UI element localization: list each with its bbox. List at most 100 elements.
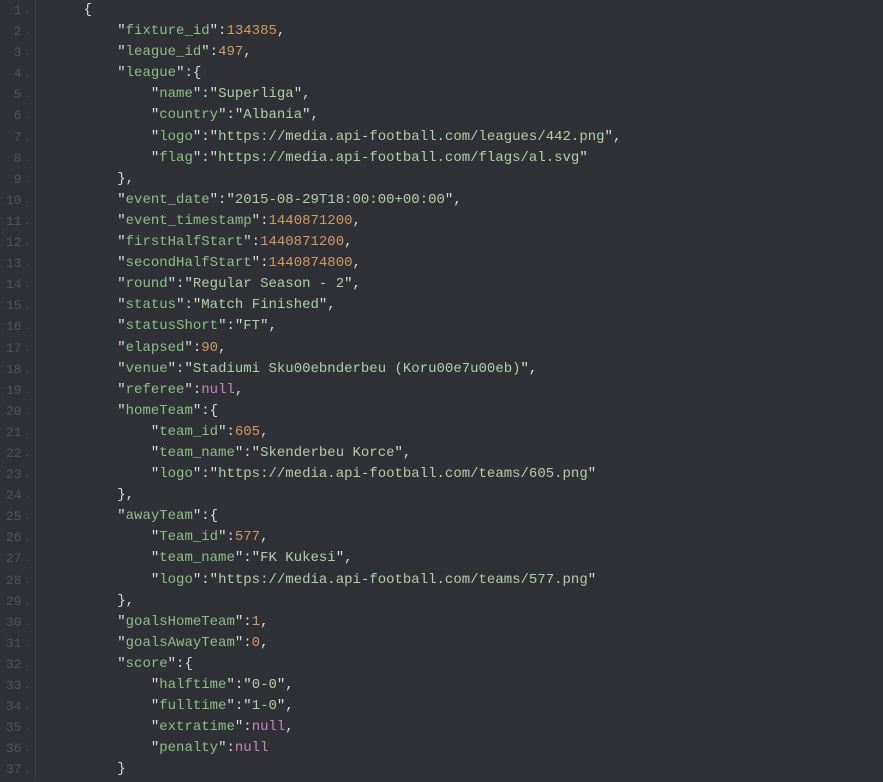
code-token: " xyxy=(151,424,159,440)
line-number: 13. xyxy=(6,253,27,274)
code-token: goalsAwayTeam xyxy=(126,635,235,651)
code-line: "flag":"https://media.api-football.com/f… xyxy=(50,148,883,169)
code-token: name xyxy=(159,86,193,102)
code-line: }, xyxy=(50,591,883,612)
code-token: 1440874800 xyxy=(268,255,352,271)
code-token: Team_id xyxy=(159,529,218,545)
code-token: ":" xyxy=(193,129,218,145)
line-number: 22. xyxy=(6,443,27,464)
code-token: firstHalfStart xyxy=(126,234,244,250)
code-token: " xyxy=(151,719,159,735)
code-token: 0-0 xyxy=(252,677,277,693)
code-line: "round":"Regular Season - 2", xyxy=(50,274,883,295)
code-line: }, xyxy=(50,169,883,190)
code-token: null xyxy=(201,382,235,398)
code-token: }, xyxy=(117,487,134,503)
line-number: 17. xyxy=(6,338,27,359)
line-number: 37. xyxy=(6,759,27,780)
code-token: ", xyxy=(395,445,412,461)
code-token: flag xyxy=(159,150,193,166)
line-number: 23. xyxy=(6,464,27,485)
code-token: " xyxy=(117,382,125,398)
code-token: , xyxy=(260,635,268,651)
code-line: "penalty":null xyxy=(50,738,883,759)
code-line: "league_id":497, xyxy=(50,42,883,63)
code-token: " xyxy=(117,614,125,630)
code-token: homeTeam xyxy=(126,403,193,419)
code-token: 0 xyxy=(252,635,260,651)
line-number-gutter: 1.2.3.4.5.6.7.8.9.10.11.12.13.14.15.16.1… xyxy=(0,0,36,780)
code-token: event_date xyxy=(126,192,210,208)
code-token: ":" xyxy=(226,677,251,693)
code-token: ", xyxy=(294,86,311,102)
code-token: ": xyxy=(252,213,269,229)
code-token: 1440871200 xyxy=(260,234,344,250)
code-block: 1.2.3.4.5.6.7.8.9.10.11.12.13.14.15.16.1… xyxy=(0,0,883,780)
code-token: " xyxy=(151,86,159,102)
line-number: 10. xyxy=(6,190,27,211)
code-line: "elapsed":90, xyxy=(50,338,883,359)
code-line: "logo":"https://media.api-football.com/t… xyxy=(50,464,883,485)
code-token: ": xyxy=(201,44,218,60)
code-content[interactable]: { "fixture_id":134385, "league_id":497, … xyxy=(36,0,883,780)
code-token: ": xyxy=(184,340,201,356)
code-token: logo xyxy=(159,572,193,588)
code-token: Superliga xyxy=(218,86,294,102)
code-line: "fulltime":"1-0", xyxy=(50,696,883,717)
code-token: }, xyxy=(117,593,134,609)
code-token: FT xyxy=(243,318,260,334)
line-number: 11. xyxy=(6,211,27,232)
code-token: " xyxy=(117,255,125,271)
code-line: "extratime":null, xyxy=(50,717,883,738)
code-token: ":" xyxy=(235,550,260,566)
code-token: , xyxy=(260,529,268,545)
code-line: "score":{ xyxy=(50,654,883,675)
code-token: " xyxy=(117,635,125,651)
code-token: " xyxy=(117,340,125,356)
code-line: "homeTeam":{ xyxy=(50,401,883,422)
code-token: ", xyxy=(277,677,294,693)
code-token: " xyxy=(117,508,125,524)
code-token: country xyxy=(159,107,218,123)
code-token: https://media.api-football.com/flags/al.… xyxy=(218,150,579,166)
code-token: , xyxy=(235,382,243,398)
code-token: }, xyxy=(117,171,134,187)
line-number: 30. xyxy=(6,612,27,633)
code-token: null xyxy=(252,719,286,735)
code-token: 134385 xyxy=(226,23,276,39)
line-number: 12. xyxy=(6,232,27,253)
code-token: null xyxy=(235,740,269,756)
code-token: , xyxy=(260,424,268,440)
code-token: ": xyxy=(235,719,252,735)
code-token: , xyxy=(243,44,251,60)
line-number: 26. xyxy=(6,527,27,548)
code-token: https://media.api-football.com/leagues/4… xyxy=(218,129,604,145)
line-number: 15. xyxy=(6,295,27,316)
code-token: ", xyxy=(336,550,353,566)
code-token: ":" xyxy=(226,698,251,714)
code-token: ":" xyxy=(176,297,201,313)
code-token: Regular Season - 2 xyxy=(193,276,344,292)
code-line: "event_timestamp":1440871200, xyxy=(50,211,883,232)
line-number: 35. xyxy=(6,717,27,738)
code-token: ": xyxy=(235,614,252,630)
code-token: , xyxy=(285,719,293,735)
code-line: "referee":null, xyxy=(50,380,883,401)
line-number: 16. xyxy=(6,316,27,337)
line-number: 24. xyxy=(6,485,27,506)
code-token: " xyxy=(117,65,125,81)
code-token: score xyxy=(126,656,168,672)
code-token: " xyxy=(588,466,596,482)
line-number: 5. xyxy=(6,84,27,105)
code-token: event_timestamp xyxy=(126,213,252,229)
code-token: " xyxy=(117,403,125,419)
line-number: 8. xyxy=(6,148,27,169)
code-token: " xyxy=(117,44,125,60)
code-line: "team_id":605, xyxy=(50,422,883,443)
code-token: logo xyxy=(159,466,193,482)
code-line: "firstHalfStart":1440871200, xyxy=(50,232,883,253)
line-number: 25. xyxy=(6,506,27,527)
code-token: elapsed xyxy=(126,340,185,356)
code-token: fulltime xyxy=(159,698,226,714)
code-token: ", xyxy=(302,107,319,123)
